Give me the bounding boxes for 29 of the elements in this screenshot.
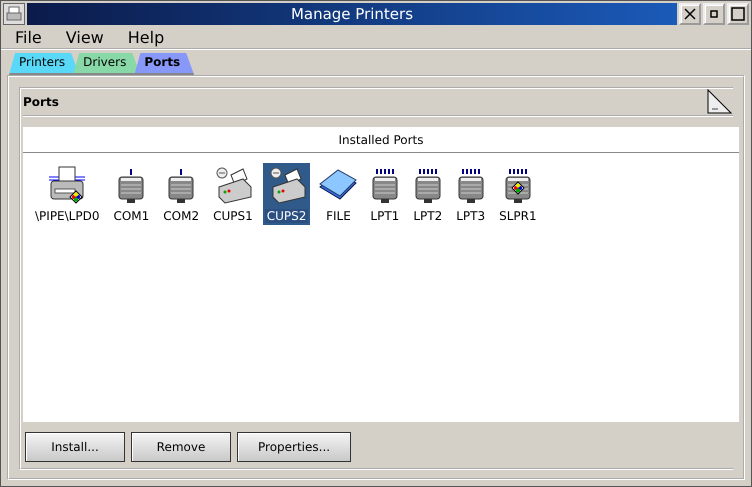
tab[interactable]: Ports — [134, 53, 194, 75]
menu-item[interactable]: File — [13, 28, 44, 47]
maximize-button[interactable] — [727, 3, 749, 25]
port-item[interactable]: SLPR1 — [495, 163, 541, 225]
port-item[interactable]: COM1 — [109, 163, 154, 225]
port-item[interactable]: LPT3 — [452, 163, 490, 225]
page-corner-icon[interactable] — [707, 89, 733, 115]
printer-icon[interactable] — [3, 3, 25, 25]
minimize-icon — [710, 10, 718, 18]
maximize-icon — [731, 7, 745, 21]
dialog-button[interactable]: Remove — [131, 432, 231, 462]
port-item[interactable]: LPT2 — [409, 163, 446, 225]
menu-item[interactable]: Help — [126, 28, 166, 47]
dialog-button[interactable]: Properties... — [237, 432, 352, 462]
port-item[interactable]: FILE — [316, 163, 360, 225]
port-item[interactable]: CUPS2 — [262, 163, 310, 225]
list-heading: Installed Ports — [23, 127, 739, 153]
port-item[interactable]: LPT1 — [366, 163, 404, 225]
port-item[interactable]: COM2 — [159, 163, 204, 225]
menu-item[interactable]: View — [64, 28, 106, 47]
port-item[interactable]: CUPS1 — [209, 163, 257, 225]
window-title: Manage Printers — [27, 3, 677, 25]
port-item[interactable]: \PIPE\LPD0 — [31, 163, 104, 225]
close-icon — [684, 8, 696, 20]
dialog-button[interactable]: Install... — [25, 432, 125, 462]
minimize-button[interactable] — [703, 3, 725, 25]
page-title: Ports — [23, 95, 60, 111]
close-button[interactable] — [679, 3, 701, 25]
printer-icon — [47, 165, 88, 205]
